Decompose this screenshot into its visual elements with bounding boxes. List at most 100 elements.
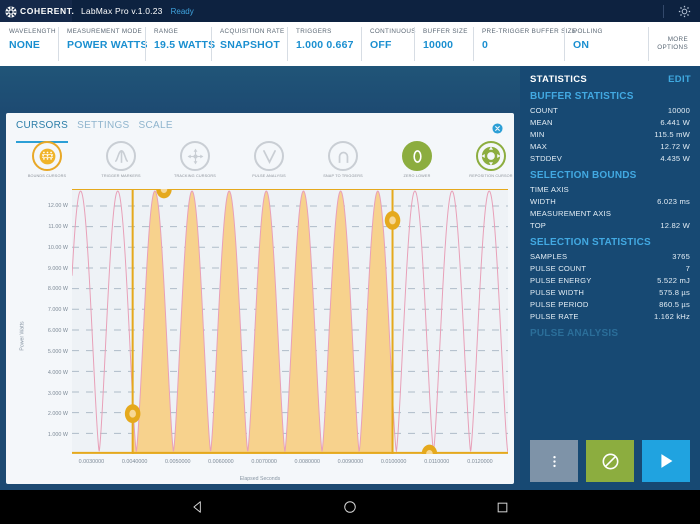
cursor-handle-1[interactable] [124,404,141,424]
stats-row-key: PULSE ENERGY [530,275,592,285]
stats-row-value: 1.162 kHz [654,311,690,321]
edit-statistics-button[interactable]: EDIT [668,74,691,85]
param-key: TRIGGERS [296,28,332,35]
plot-area[interactable] [72,179,508,464]
close-icon[interactable] [492,121,503,134]
tool-zero-lower[interactable]: ZERO LOWER [380,141,454,178]
chart-canvas[interactable] [72,179,508,464]
x-axis-ticks: 0.0030000 0.0040000 0.0050000 0.0060000 0.00… [72,459,508,469]
param-key: MEASUREMENT MODE [67,28,143,35]
tab-scale[interactable]: SCALE [139,120,173,139]
param-key: ACQUISITION RATE [220,28,285,35]
tool-bounds-cursors[interactable]: BOUNDS CURSORS [10,141,84,178]
android-back-button[interactable] [181,490,215,524]
tool-reposition-cursor[interactable]: REPOSITION CURSOR [454,141,514,178]
coherent-logo-icon [5,5,17,18]
labmax-app-window: COHERENT. LabMax Pro v.1.0.23 Ready WAVE… [0,0,700,524]
stats-row: MEAN 6.441 W [520,116,700,128]
param-range[interactable]: RANGE 19.5 WATTS [145,22,216,66]
cursor-handle-3[interactable] [384,211,401,230]
param-value: 1.000 0.667 [296,39,354,51]
trigger-markers-icon [106,141,136,171]
cursor-handle-inner [389,216,396,225]
stats-row: PULSE PERIOD 860.5 µs [520,298,700,310]
param-wavelength[interactable]: WAVELENGTH NONE [0,22,58,66]
home-circle-icon [344,501,356,513]
param-value: ON [573,39,590,51]
stats-row: COUNT 10000 [520,104,700,116]
stats-row-key: TIME AXIS [530,184,569,194]
tab-settings[interactable]: SETTINGS [77,120,129,139]
android-home-button[interactable] [333,490,367,524]
stats-row-key: PULSE COUNT [530,263,587,273]
android-nav-bar [0,490,700,524]
tool-tracking-cursors[interactable]: TRACKING CURSORS [158,141,232,178]
param-value: 19.5 WATTS [154,39,216,51]
android-recents-button[interactable] [485,490,519,524]
tool-snap-to-triggers[interactable]: SNAP TO TRIGGERS [306,141,380,178]
cursor-handle-2[interactable] [156,179,172,199]
y-axis-tick: 9.000 W [47,265,68,272]
stats-row: PULSE ENERGY 5.522 mJ [520,274,700,286]
stats-row-key: MEASUREMENT AXIS [530,208,612,218]
reposition-cursor-icon [476,141,506,171]
stats-row-value: 6.441 W [660,117,690,127]
snap-to-triggers-icon [328,141,358,171]
more-menu-button[interactable] [530,440,578,482]
run-button[interactable] [642,440,690,482]
stats-row: MEASUREMENT AXIS [520,207,700,219]
chart[interactable]: Power Watts 12.00 W 11.00 W 10.00 W 9.000 W… [6,179,514,484]
stats-row-value: 5.522 mJ [657,275,690,285]
x-axis-tick: 0.0100000 [380,459,407,465]
param-buffer-size[interactable]: BUFFER SIZE 10000 [414,22,473,66]
stats-row: STDDEV 4.435 W [520,152,700,164]
cursor-handle-4[interactable] [421,444,438,464]
tab-cursors[interactable]: CURSORS [16,120,69,143]
zero-button[interactable] [586,440,634,482]
stats-row: TIME AXIS [520,183,700,195]
stats-row-value: 860.5 µs [659,299,690,309]
param-acquisition-rate[interactable]: ACQUISITION RATE SNAPSHOT [211,22,287,66]
statistics-pane: STATISTICS EDIT BUFFER STATISTICS COUNT 10… [520,66,700,490]
param-key: CONTINUOUS [370,28,416,35]
tool-label: TRACKING CURSORS [174,173,216,179]
tool-trigger-markers[interactable]: TRIGGER MARKERS [84,141,158,178]
x-axis-tick: 0.0050000 [165,459,191,465]
x-axis-tick: 0.0090000 [337,459,364,465]
y-axis-tick: 6.000 W [47,328,68,335]
y-axis-tick: 4.000 W [47,369,68,376]
gear-icon[interactable] [673,0,695,22]
y-axis-tick: 7.000 W [47,307,68,314]
more-options-button[interactable]: MORE OPTIONS [648,22,700,66]
stats-section-heading: SELECTION BOUNDS [530,170,637,181]
stats-row-key: TOP [530,220,547,230]
stats-row-key: COUNT [530,105,558,115]
stats-row-value: 4.435 W [660,153,690,163]
brand-logo: COHERENT. [0,0,75,22]
x-axis-tick: 0.0060000 [208,459,234,465]
stats-section-heading: PULSE ANALYSIS [530,328,619,339]
param-continuous[interactable]: CONTINUOUS OFF [361,22,416,66]
param-measurement-mode[interactable]: MEASUREMENT MODE POWER WATTS [58,22,148,66]
y-axis-tick: 11.00 W [48,223,68,230]
brand-wordmark: COHERENT. [20,6,75,16]
stats-row-value: 115.5 mW [654,129,690,139]
app-status: Ready [170,6,194,16]
cursors-card: CURSORS SETTINGS SCALE BOUNDS CURSORS TR… [6,113,514,484]
back-triangle-icon [193,501,201,513]
stats-row: MIN 115.5 mW [520,128,700,140]
tool-label: PULSE ANALYSIS [252,173,286,179]
y-axis-ticks: 12.00 W 11.00 W 10.00 W 9.000 W 8.000 W 7.000… [18,187,68,454]
param-triggers[interactable]: TRIGGERS 1.000 0.667 [287,22,361,66]
stats-row: TOP 12.82 W [520,219,700,231]
param-key: RANGE [154,28,179,35]
stats-row-key: MEAN [530,117,553,127]
param-polling[interactable]: POLLING ON [564,22,611,66]
card-tabs: CURSORS SETTINGS SCALE [6,113,514,143]
statistics-body: BUFFER STATISTICS COUNT 10000 MEAN 6.441 W MI… [520,85,700,341]
statistics-header: STATISTICS EDIT [520,66,700,85]
param-key: WAVELENGTH [9,28,56,35]
param-pre-trigger-buffer-size[interactable]: PRE-TRIGGER BUFFER SIZE 0 [473,22,576,66]
stats-row-key: PULSE PERIOD [530,299,589,309]
tool-pulse-analysis[interactable]: PULSE ANALYSIS [232,141,306,178]
